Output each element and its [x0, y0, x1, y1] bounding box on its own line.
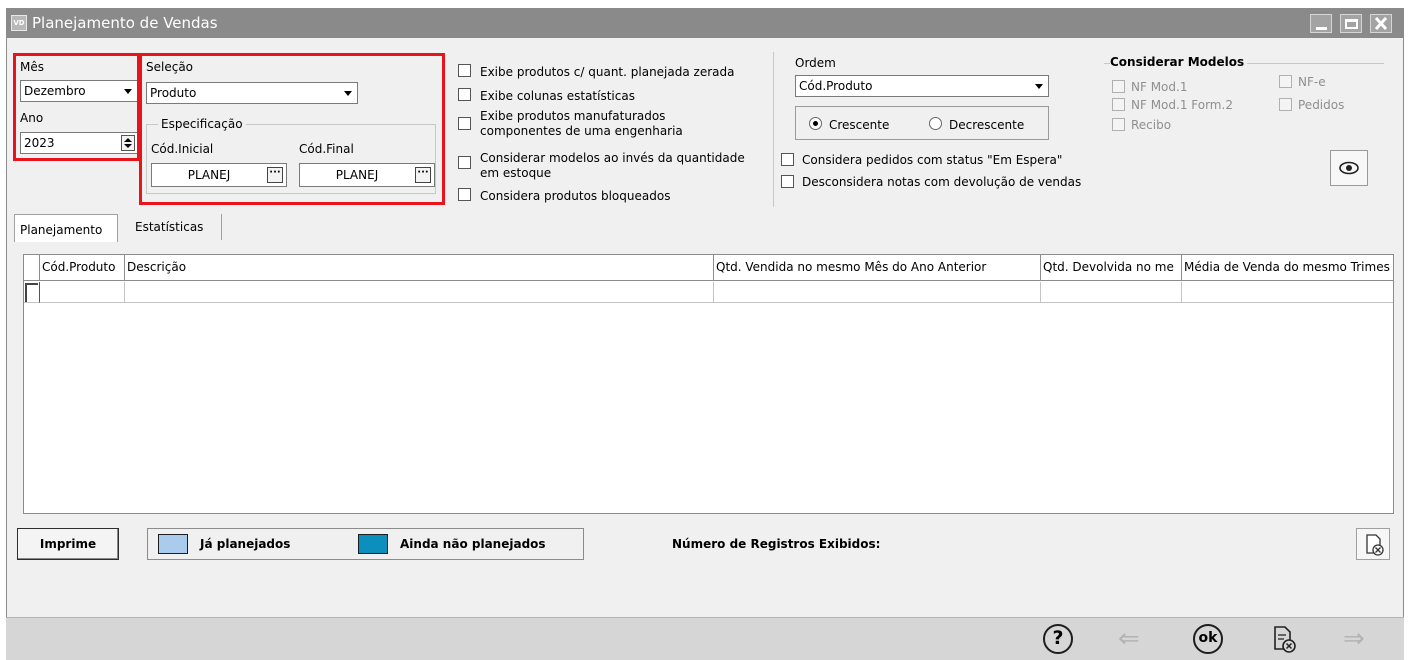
modelos-title: Considerar Modelos	[1110, 55, 1248, 69]
table-cell[interactable]	[1182, 282, 1393, 303]
planejamento-table[interactable]: Cód.Produto Descrição Qtd. Vendida no me…	[23, 254, 1394, 514]
table-corner	[24, 255, 40, 281]
checkbox-produtos-bloqueados[interactable]	[458, 188, 471, 201]
close-icon	[1374, 16, 1388, 31]
vertical-divider	[773, 52, 774, 207]
column-header[interactable]: Cód.Produto	[40, 255, 125, 281]
highlight-selecao	[139, 53, 445, 205]
document-cancel-icon	[1274, 626, 1296, 653]
cancel-button[interactable]	[1268, 623, 1300, 655]
column-header[interactable]: Qtd. Vendida no mesmo Mês do Ano Anterio…	[714, 255, 1041, 281]
clear-filter-button[interactable]	[1356, 528, 1390, 560]
checkbox-nf-mod1[interactable]	[1112, 80, 1125, 93]
help-button[interactable]: ?	[1043, 624, 1073, 654]
back-arrow-icon[interactable]: ⇐	[1118, 626, 1140, 652]
forward-arrow-icon[interactable]: ⇒	[1343, 626, 1365, 652]
highlight-mes-ano	[13, 53, 140, 161]
checkbox-pedidos-em-espera[interactable]	[781, 153, 794, 166]
table-cell[interactable]	[40, 282, 125, 303]
imprime-button[interactable]: Imprime	[17, 528, 119, 560]
option-label: Exibe produtos c/ quant. planejada zerad…	[480, 65, 735, 79]
nf-mod1-label: NF Mod.1	[1131, 80, 1188, 94]
tab-estatisticas-label: Estatísticas	[135, 220, 204, 234]
option-label: Exibe produtos manufaturados	[480, 109, 666, 123]
eye-icon	[1339, 161, 1359, 175]
minimize-button[interactable]	[1310, 14, 1332, 33]
checkbox-nf-mod1-form2[interactable]	[1112, 98, 1125, 111]
pedidos-option-label: Considera pedidos com status "Em Espera"	[802, 153, 1063, 167]
checkbox-devolucao-vendas[interactable]	[781, 175, 794, 188]
close-button[interactable]	[1370, 14, 1392, 33]
pedidos-label: Pedidos	[1298, 98, 1345, 112]
table-cell[interactable]	[714, 282, 1041, 303]
view-button[interactable]	[1330, 150, 1368, 186]
option-label: componentes de uma engenharia	[480, 124, 683, 138]
chevron-down-icon[interactable]	[1030, 76, 1048, 96]
ok-button[interactable]: ok	[1193, 624, 1223, 654]
row-indicator[interactable]	[24, 282, 40, 303]
table-cell[interactable]	[1041, 282, 1182, 303]
ordem-value: Cód.Produto	[799, 79, 873, 93]
column-header[interactable]: Qtd. Devolvida no me	[1041, 255, 1182, 281]
tab-planejamento-label: Planejamento	[20, 223, 103, 237]
registros-label: Número de Registros Exibidos:	[672, 537, 881, 551]
legend-planejados-label: Já planejados	[200, 537, 291, 551]
window-title: Planejamento de Vendas	[32, 14, 218, 32]
nfe-label: NF-e	[1298, 75, 1326, 89]
maximize-icon	[1345, 19, 1358, 29]
help-icon: ?	[1052, 627, 1064, 649]
table-cell[interactable]	[125, 282, 714, 303]
app-icon: VD	[11, 15, 27, 31]
legend-box: Já planejados Ainda não planejados	[147, 528, 584, 560]
option-label: em estoque	[480, 166, 552, 180]
title-bar: VD Planejamento de Vendas	[6, 8, 1404, 38]
imprime-label: Imprime	[39, 537, 97, 551]
ordem-select[interactable]: Cód.Produto	[795, 75, 1049, 97]
tab-estatisticas[interactable]: Estatísticas	[120, 214, 222, 240]
checkbox-colunas-estatisticas[interactable]	[458, 88, 471, 101]
ordem-label: Ordem	[795, 56, 836, 70]
crescente-label: Crescente	[829, 118, 890, 132]
pedidos-option-label: Desconsidera notas com devolução de vend…	[802, 175, 1082, 189]
minimize-icon	[1316, 27, 1327, 30]
legend-nao-planejados-label: Ainda não planejados	[400, 537, 546, 551]
checkbox-considerar-modelos[interactable]	[458, 156, 471, 169]
tab-planejamento[interactable]: Planejamento	[14, 214, 118, 242]
column-header[interactable]: Média de Venda do mesmo Trimes	[1182, 255, 1393, 281]
row-selector-icon	[25, 283, 38, 302]
radio-crescente[interactable]	[809, 117, 822, 130]
maximize-button[interactable]	[1340, 14, 1362, 33]
checkbox-produtos-zerada[interactable]	[458, 64, 471, 77]
document-clear-icon	[1366, 534, 1384, 556]
nf-mod1-form2-label: NF Mod.1 Form.2	[1131, 98, 1233, 112]
checkbox-nfe[interactable]	[1279, 75, 1292, 88]
option-label: Considera produtos bloqueados	[480, 189, 671, 203]
option-label: Considerar modelos ao invés da quantidad…	[480, 151, 745, 165]
column-header[interactable]: Descrição	[125, 255, 714, 281]
checkbox-recibo[interactable]	[1112, 118, 1125, 131]
recibo-label: Recibo	[1131, 118, 1172, 132]
scroll-indicator	[49, 513, 69, 514]
decrescente-label: Decrescente	[949, 118, 1025, 132]
radio-decrescente[interactable]	[929, 117, 942, 130]
legend-nao-planejados-swatch	[358, 534, 388, 554]
checkbox-produtos-manufaturados[interactable]	[458, 117, 471, 130]
ok-icon: ok	[1198, 630, 1218, 646]
option-label: Exibe colunas estatísticas	[480, 89, 635, 103]
legend-planejados-swatch	[158, 534, 188, 554]
checkbox-pedidos[interactable]	[1279, 98, 1292, 111]
footer-toolbar: ? ⇐ ok ⇒	[6, 617, 1404, 660]
